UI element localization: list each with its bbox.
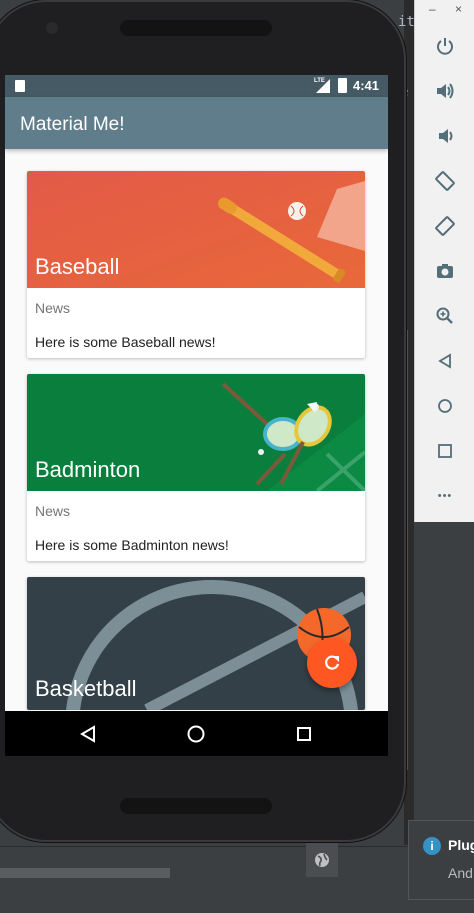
network-type-label: LTE (314, 78, 325, 84)
badminton-image: Badminton (27, 374, 365, 491)
bottom-speaker (120, 798, 272, 814)
sport-card-badminton[interactable]: Badminton News Here is some Badminton ne… (27, 374, 365, 561)
home-plate-shape (317, 181, 365, 251)
card-title: Badminton (35, 457, 141, 482)
reset-fab[interactable] (307, 638, 357, 688)
home-icon[interactable] (185, 723, 207, 745)
home-icon[interactable] (433, 394, 457, 418)
ide-bottom-panel (0, 845, 474, 913)
front-camera (46, 22, 58, 34)
sports-list[interactable]: Baseball News Here is some Baseball news… (5, 149, 388, 710)
minimize-button[interactable]: – (429, 2, 436, 16)
back-icon[interactable] (77, 723, 99, 745)
emulator-toolbar: – × ••• (414, 0, 474, 522)
refresh-icon (325, 655, 340, 670)
volume-down-icon[interactable] (433, 124, 457, 148)
bat-shape (222, 200, 343, 280)
card-subtitle: News (35, 300, 71, 316)
close-button[interactable]: × (455, 2, 462, 16)
back-icon[interactable] (433, 349, 457, 373)
card-title: Baseball (35, 254, 120, 279)
ball-shape (288, 202, 306, 220)
card-info: Here is some Baseball news! (35, 334, 216, 350)
ide-divider (0, 846, 474, 847)
globe-icon[interactable] (306, 843, 338, 877)
camera-icon[interactable] (433, 259, 457, 283)
sd-card-icon (15, 80, 25, 92)
nav-bar (5, 711, 388, 756)
device-screen: LTE 4:41 Material Me! Baseball News Here… (5, 75, 388, 756)
info-icon: i (423, 837, 441, 855)
zoom-icon[interactable] (433, 304, 457, 328)
app-title: Material Me! (20, 114, 125, 135)
ide-notification[interactable]: i Plug And (408, 820, 474, 900)
notification-title: Plug (448, 837, 474, 853)
ide-horizontal-scrollbar[interactable] (0, 868, 170, 878)
overview-icon[interactable] (433, 439, 457, 463)
rotate-left-icon[interactable] (433, 169, 457, 193)
emulator-toolbar-header: – × (415, 0, 474, 22)
status-bar: LTE 4:41 (5, 75, 388, 97)
top-speaker (120, 20, 272, 36)
sport-card-baseball[interactable]: Baseball News Here is some Baseball news… (27, 171, 365, 358)
volume-up-icon[interactable] (433, 79, 457, 103)
app-bar: Material Me! (5, 97, 388, 149)
baseball-image: Baseball (27, 171, 365, 288)
status-time: 4:41 (352, 78, 379, 93)
notification-text: And (448, 865, 473, 881)
power-icon[interactable] (433, 34, 457, 58)
battery-icon (338, 78, 347, 93)
card-subtitle: News (35, 503, 71, 519)
racket-handle (221, 382, 269, 426)
card-title: Basketball (35, 676, 137, 701)
rotate-right-icon[interactable] (433, 214, 457, 238)
more-icon[interactable]: ••• (433, 484, 457, 508)
recents-icon[interactable] (293, 723, 315, 745)
card-info: Here is some Badminton news! (35, 537, 229, 553)
